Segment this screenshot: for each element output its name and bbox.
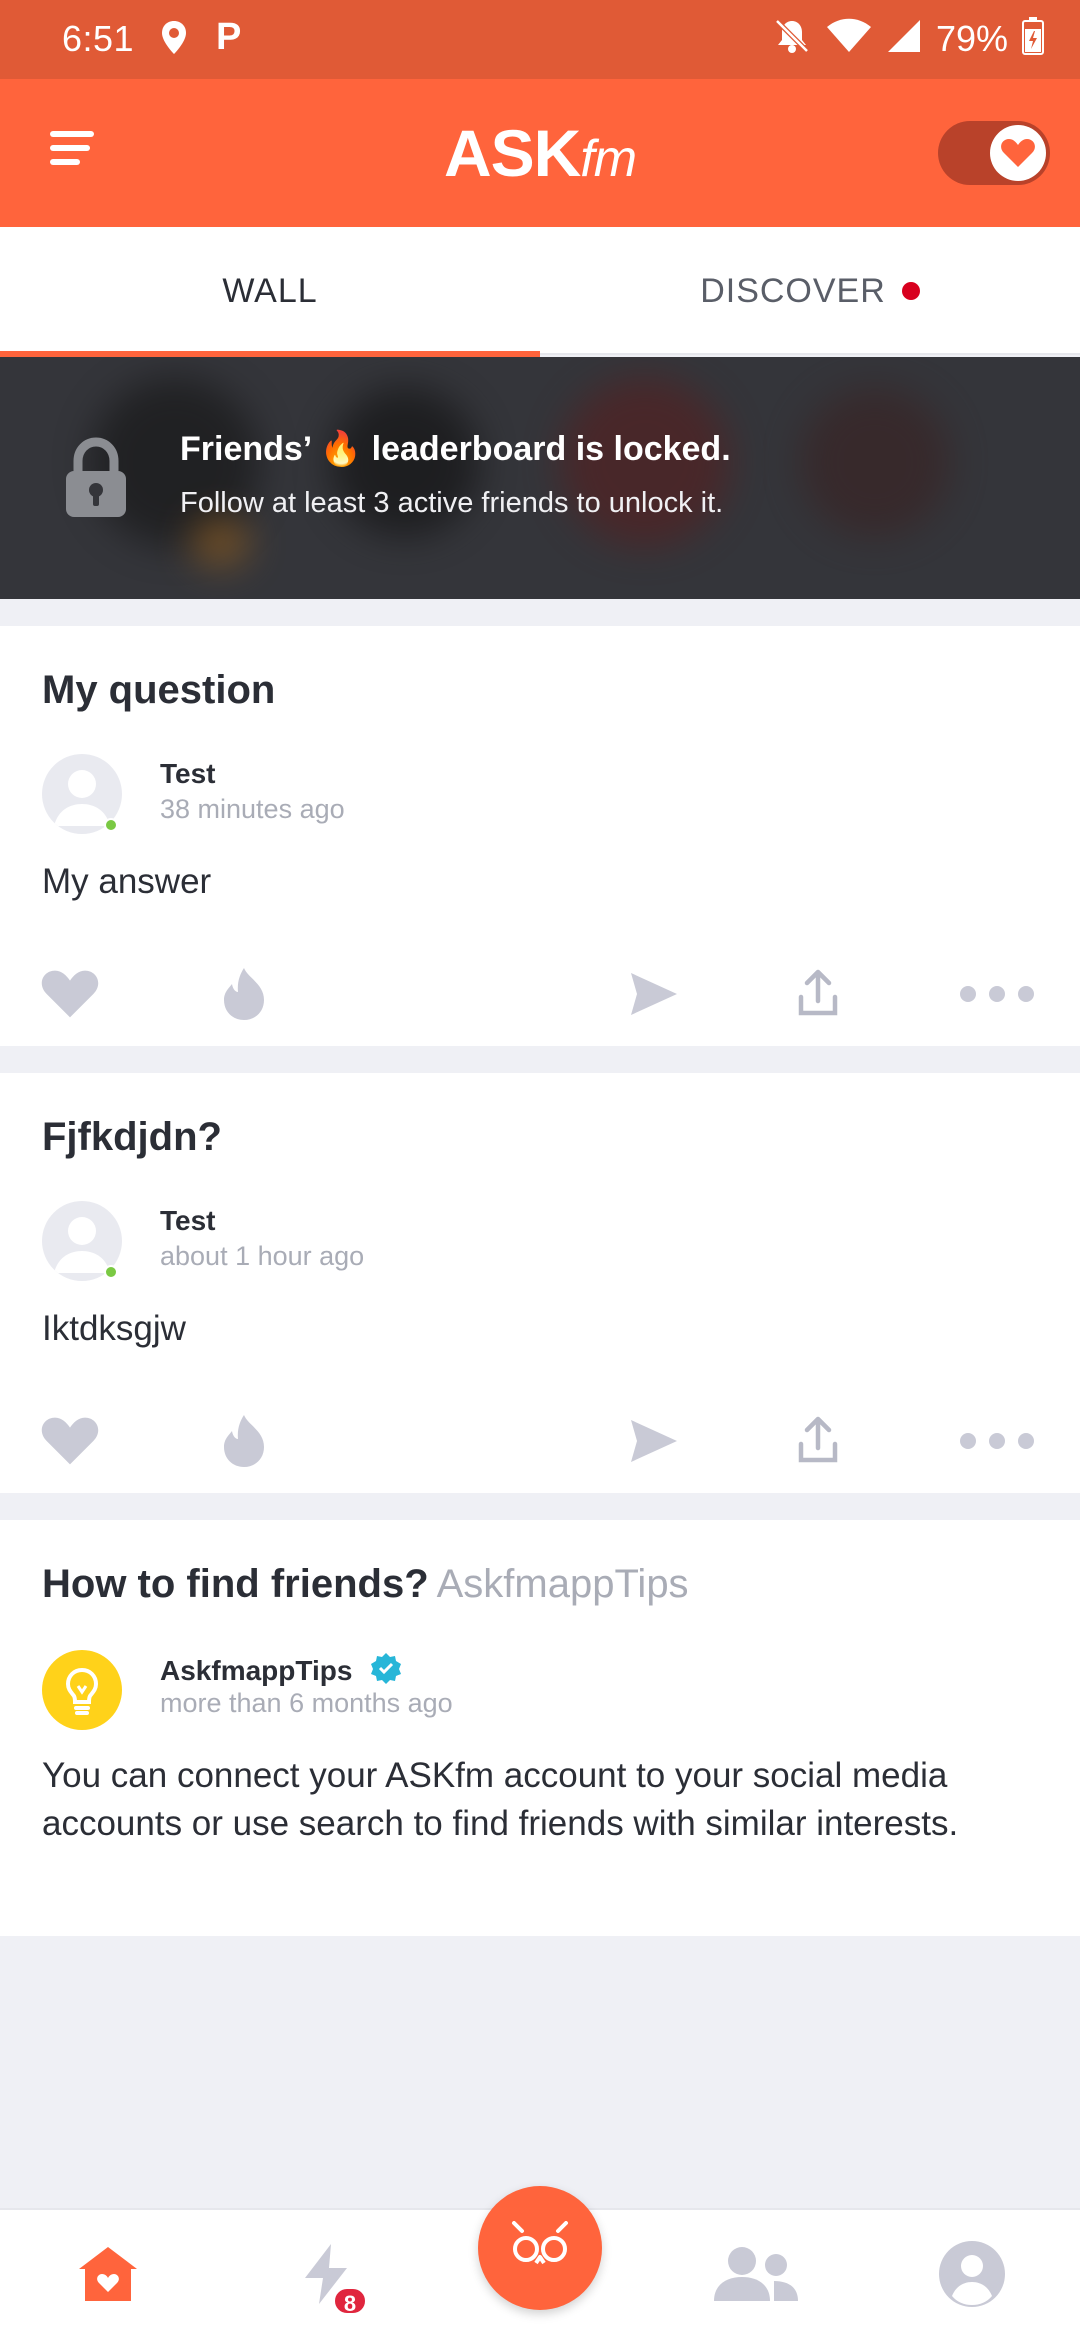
battery-percent: 79%: [935, 17, 1008, 59]
lock-icon: [64, 437, 128, 524]
leaderboard-locked-banner[interactable]: Friends’ 🔥 leaderboard is locked. Follow…: [0, 357, 1080, 599]
post-time: 38 minutes ago: [160, 794, 345, 824]
tab-wall[interactable]: WALL: [0, 227, 540, 357]
tips-avatar[interactable]: [42, 1650, 122, 1730]
send-icon[interactable]: [614, 1401, 694, 1481]
post-question: How to find friends? AskfmappTips: [42, 1562, 689, 1606]
leaderboard-subtitle: Follow at least 3 active friends to unlo…: [180, 487, 724, 519]
leaderboard-title: Friends’ 🔥 leaderboard is locked.: [180, 430, 731, 468]
notifications-badge: 8: [332, 2286, 368, 2316]
tab-discover-label: DISCOVER: [700, 271, 886, 310]
heart-icon: [990, 125, 1046, 181]
online-indicator: [104, 818, 118, 832]
post-question: Fjfkdjdn?: [42, 1115, 222, 1159]
feed-tabs: WALL DISCOVER: [0, 227, 1080, 357]
post-time: more than 6 months ago: [160, 1688, 453, 1718]
tab-discover[interactable]: DISCOVER: [540, 227, 1080, 355]
status-bar: 6:51 P 79%: [0, 0, 1080, 79]
send-icon[interactable]: [614, 954, 694, 1034]
post-time: about 1 hour ago: [160, 1241, 365, 1271]
nav-activity[interactable]: 8: [266, 2210, 386, 2340]
post-question: My question: [42, 668, 276, 712]
tip-card[interactable]: How to find friends? AskfmappTips Askfmap…: [0, 1520, 1080, 1936]
nav-profile[interactable]: [912, 2210, 1032, 2340]
status-time: 6:51: [62, 18, 135, 59]
ask-question-fab[interactable]: [478, 2186, 602, 2310]
fire-icon: 🔥: [319, 430, 363, 468]
tab-wall-label: WALL: [222, 271, 318, 310]
post-author[interactable]: Test: [160, 1205, 216, 1237]
new-content-dot: [901, 282, 920, 300]
location-icon: [160, 20, 188, 61]
more-options-icon[interactable]: [952, 954, 1042, 1034]
online-indicator: [104, 1265, 118, 1279]
post-actions: [0, 954, 1080, 1034]
like-heart-icon[interactable]: [30, 1401, 110, 1481]
post-answer: My answer: [42, 862, 212, 901]
question-source: AskfmappTips: [436, 1562, 689, 1606]
mood-toggle[interactable]: [938, 121, 1050, 185]
app-bar: ASKfm: [0, 79, 1080, 227]
home-icon: [77, 2245, 139, 2308]
parking-icon: P: [216, 16, 242, 58]
post-card[interactable]: My question Test 38 minutes ago My answe…: [0, 626, 1080, 1046]
post-card[interactable]: Fjfkdjdn? Test about 1 hour ago Iktdksgj…: [0, 1073, 1080, 1493]
share-icon[interactable]: [778, 954, 858, 1034]
app-logo: ASKfm: [443, 116, 637, 190]
wifi-icon: [826, 18, 872, 59]
fire-reward-icon[interactable]: [204, 1401, 284, 1481]
post-answer: You can connect your ASKfm account to yo…: [42, 1756, 959, 1843]
like-heart-icon[interactable]: [30, 954, 110, 1034]
fire-reward-icon[interactable]: [204, 954, 284, 1034]
nav-friends[interactable]: [696, 2210, 816, 2340]
verified-badge-icon: [370, 1652, 402, 1691]
mute-icon: [772, 16, 812, 61]
post-actions: [0, 1401, 1080, 1481]
more-options-icon[interactable]: [952, 1401, 1042, 1481]
nav-home[interactable]: [48, 2210, 168, 2340]
post-author[interactable]: AskfmappTips: [160, 1652, 402, 1691]
battery-icon: [1022, 17, 1044, 60]
post-answer: Iktdksgjw: [42, 1309, 186, 1348]
ask-fab-icon: [508, 2220, 572, 2276]
share-icon[interactable]: [778, 1401, 858, 1481]
signal-icon: [886, 18, 922, 59]
post-author[interactable]: Test: [160, 758, 216, 790]
friends-icon: [712, 2245, 800, 2308]
profile-icon: [938, 2240, 1006, 2313]
